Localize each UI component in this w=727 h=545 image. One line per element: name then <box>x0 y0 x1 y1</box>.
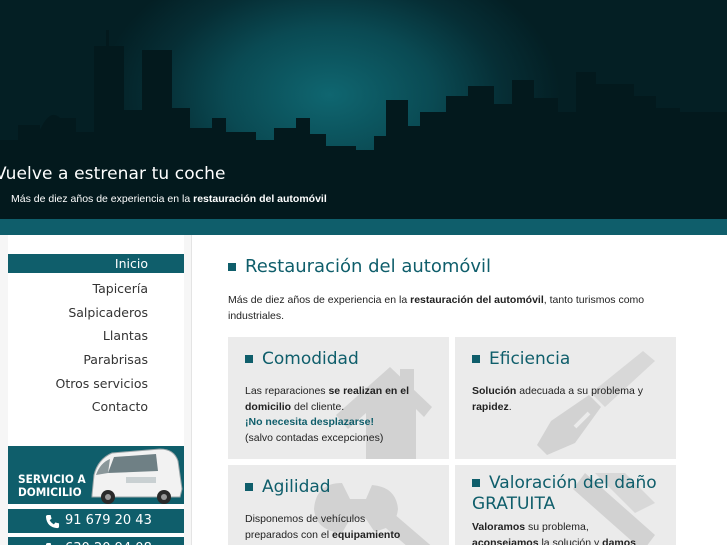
intro-prefix: Más de diez años de experiencia en la <box>228 294 411 306</box>
box-title-comodidad-text: Comodidad <box>262 349 359 369</box>
comodidad-text-2: del cliente. <box>291 400 345 413</box>
bullet-icon <box>245 355 253 363</box>
city-skyline-image <box>0 30 727 219</box>
site-subtitle-text: Más de diez años de experiencia en la <box>11 193 194 205</box>
box-title-valoracion: Valoración del daño GRATUITA <box>472 473 672 515</box>
box-title-agilidad: Agilidad <box>245 477 331 498</box>
site-subtitle: Más de diez años de experiencia en la re… <box>11 193 327 205</box>
servicio-label: SERVICIO A DOMICILIO <box>18 473 86 499</box>
header-banner: Vuelve a estrenar tu coche Más de diez a… <box>0 0 727 219</box>
comodidad-highlight: ¡No necesita desplazarse! <box>245 416 374 428</box>
bullet-icon <box>472 355 480 363</box>
box-title-comodidad: Comodidad <box>245 349 359 370</box>
bullet-icon <box>472 479 480 487</box>
eficiencia-text-2: . <box>508 400 512 413</box>
site-title: Vuelve a estrenar tu coche <box>0 164 226 184</box>
phone-number-1: 91 679 20 43 <box>65 513 152 528</box>
site-subtitle-bold: restauración del automóvil <box>193 193 327 205</box>
box-text-eficiencia: Solución adecuada a su problema y rapide… <box>472 384 652 415</box>
comodidad-text-3: (salvo contadas excepciones) <box>245 431 384 444</box>
van-icon <box>91 448 183 504</box>
servicio-line2: DOMICILIO <box>18 485 82 499</box>
feature-box-comodidad: Comodidad Las reparaciones se realizan e… <box>228 337 449 459</box>
title-bullet-icon <box>228 263 236 271</box>
eficiencia-bold-1: Solución <box>472 385 517 397</box>
box-title-eficiencia: Eficiencia <box>472 349 570 370</box>
sidebar-item-contacto[interactable]: Contacto <box>8 397 184 421</box>
feature-box-valoracion: Valoración del daño GRATUITA Valoramos s… <box>455 465 676 545</box>
servicio-a-domicilio-banner[interactable]: SERVICIO A DOMICILIO <box>8 446 184 504</box>
valoracion-bold-3: damos <box>602 536 637 545</box>
feature-box-eficiencia: Eficiencia Solución adecuada a su proble… <box>455 337 676 459</box>
valoracion-text-1: su problema, <box>525 521 589 533</box>
sidebar-item-inicio[interactable]: Inicio <box>8 254 184 273</box>
eficiencia-bold-2: rapidez <box>472 400 509 413</box>
sidebar-item-llantas[interactable]: Llantas <box>8 326 184 350</box>
intro-bold: restauración del automóvil <box>410 294 544 306</box>
phone-button-2[interactable]: 630 20 94 08 <box>8 537 184 545</box>
phone-button-1[interactable]: 91 679 20 43 <box>8 509 184 533</box>
valoracion-bold-1: Valoramos <box>472 521 526 533</box>
phone-number-2: 630 20 94 08 <box>65 537 152 545</box>
sidebar-item-otros-servicios[interactable]: Otros servicios <box>8 374 184 398</box>
page-title: Restauración del automóvil <box>228 256 491 277</box>
page-title-text: Restauración del automóvil <box>245 256 492 277</box>
comodidad-text-1: Las reparaciones <box>245 385 329 397</box>
box-title-valoracion-text: Valoración del daño GRATUITA <box>472 473 657 514</box>
box-title-eficiencia-text: Eficiencia <box>489 349 571 369</box>
sidebar-item-salpicaderos[interactable]: Salpicaderos <box>8 303 184 327</box>
sidebar-nav: Inicio Tapicería Salpicaderos Llantas Pa… <box>8 254 184 421</box>
sidebar-item-tapiceria[interactable]: Tapicería <box>8 279 184 303</box>
header-divider-band <box>0 219 727 235</box>
page-intro: Más de diez años de experiencia en la re… <box>228 292 668 324</box>
feature-box-agilidad: Agilidad Disponemos de vehículos prepara… <box>228 465 449 545</box>
agilidad-bold-1: equipamiento <box>331 528 401 541</box>
box-title-agilidad-text: Agilidad <box>262 477 331 497</box>
valoracion-bold-2: aconsejamos <box>472 536 539 545</box>
sidebar-item-parabrisas[interactable]: Parabrisas <box>8 350 184 374</box>
box-text-agilidad: Disponemos de vehículos preparados con e… <box>245 512 420 543</box>
box-text-comodidad: Las reparaciones se realizan en el domic… <box>245 384 435 446</box>
box-text-valoracion: Valoramos su problema, aconsejamos la so… <box>472 520 647 545</box>
valoracion-text-2: la solución y <box>538 536 603 545</box>
eficiencia-text-1: adecuada a su problema y <box>516 385 644 397</box>
bullet-icon <box>245 483 253 491</box>
sidebar-divider <box>191 235 192 545</box>
phone-icon <box>45 514 60 529</box>
